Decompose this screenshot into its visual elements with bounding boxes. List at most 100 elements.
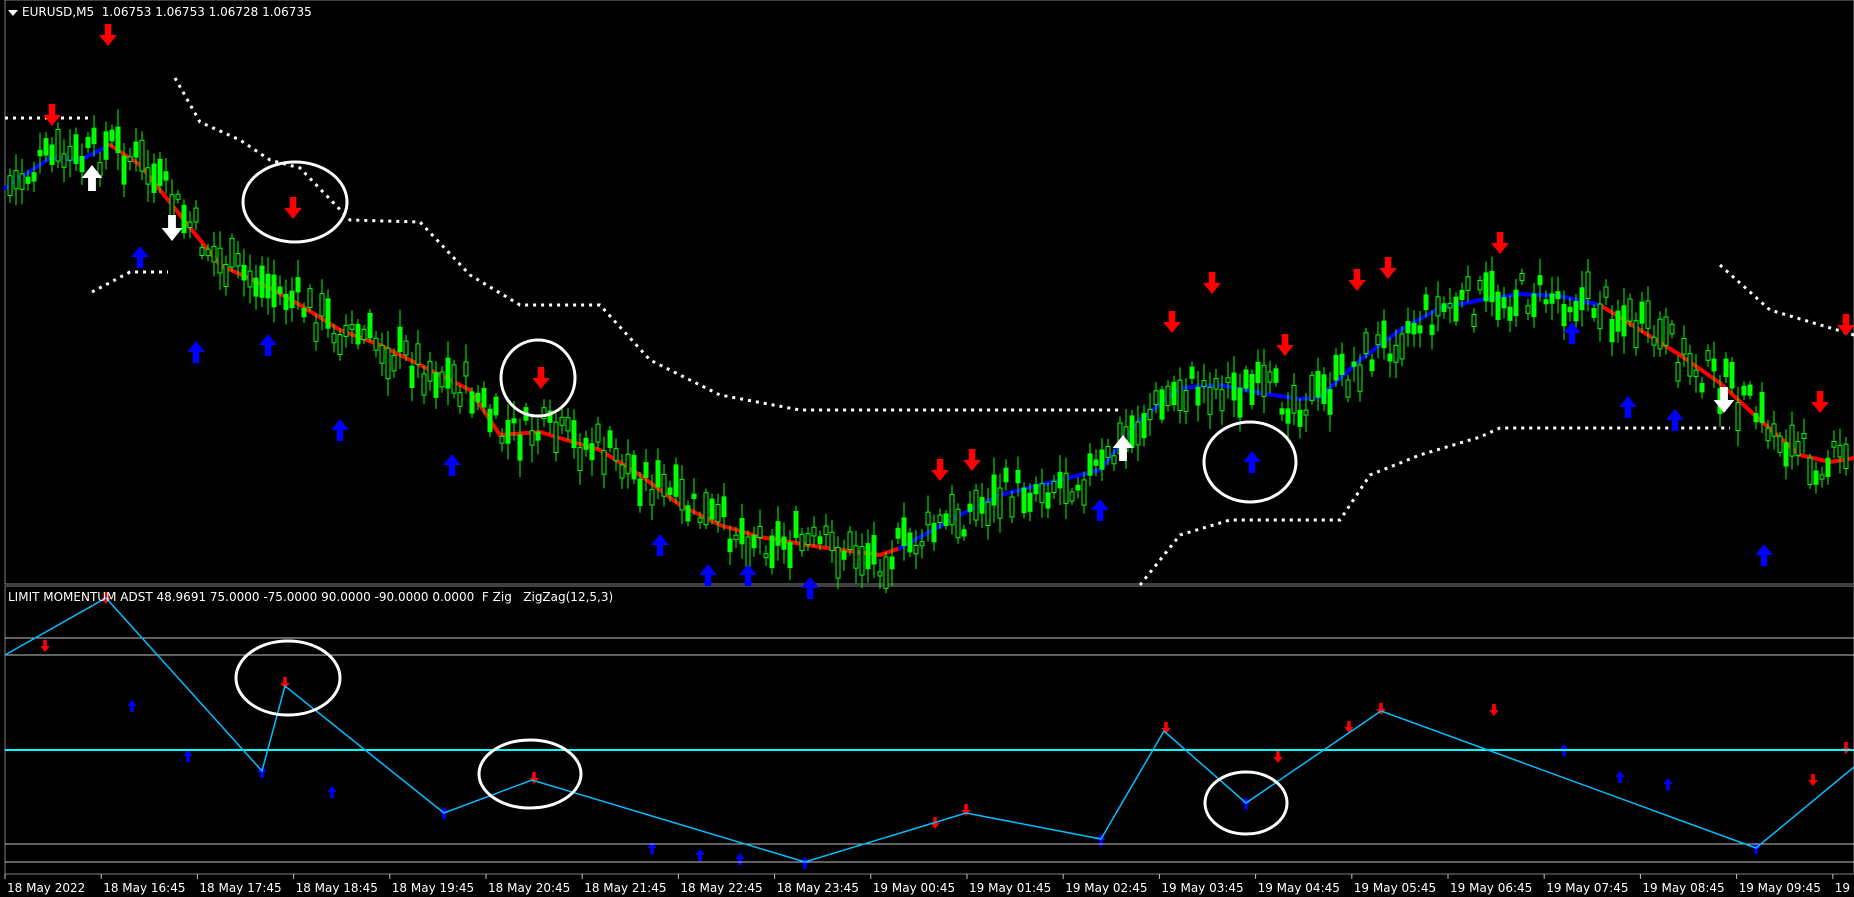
candle-body (1351, 361, 1357, 367)
candle-body (163, 171, 169, 181)
candle-body (901, 517, 907, 547)
candle-body (1279, 408, 1285, 415)
candle-body (19, 173, 25, 190)
candle-body (1225, 377, 1231, 383)
candle-body (1783, 442, 1789, 467)
candle-body (505, 419, 511, 444)
candle-body (1033, 484, 1039, 495)
candle-body (217, 247, 223, 274)
candle-body (355, 324, 361, 345)
candle-body (955, 508, 961, 539)
candle-body (481, 387, 487, 408)
candle-body (37, 149, 43, 157)
candle-body (499, 435, 505, 444)
candle-body (289, 290, 295, 309)
candle-body (1573, 300, 1579, 322)
candle-body (1261, 364, 1267, 397)
candle-body (793, 510, 799, 538)
candle-body (865, 543, 871, 570)
candle-body (1009, 496, 1015, 518)
candle-body (895, 527, 901, 539)
candle-body (199, 247, 205, 257)
time-label: 19 May 09:45 (1739, 881, 1821, 895)
candle-body (319, 293, 325, 317)
candle-body (817, 536, 823, 545)
candle-body (727, 538, 733, 553)
candle-body (1021, 487, 1027, 514)
candle-body (961, 529, 967, 537)
candle-body (1549, 293, 1555, 304)
candle-body (1381, 320, 1387, 349)
candle-body (1291, 384, 1297, 414)
candle-body (1183, 390, 1189, 412)
time-label: 19 May 01:45 (969, 881, 1051, 895)
candle-body (295, 277, 301, 293)
candle-body (301, 307, 307, 318)
candle-body (1801, 433, 1807, 439)
candle-body (1231, 372, 1237, 401)
candle-body (283, 294, 289, 311)
time-label: 18 May 20:45 (488, 881, 570, 895)
candle-body (535, 431, 541, 441)
candle-body (721, 496, 727, 518)
candle-body (25, 176, 31, 184)
candle-body (673, 464, 679, 497)
candle-body (853, 545, 859, 569)
candle-body (925, 511, 931, 526)
candle-body (991, 474, 997, 506)
candle-body (1759, 391, 1765, 424)
candle-body (235, 253, 241, 267)
candle-body (1321, 374, 1327, 404)
candle-body (1273, 368, 1279, 383)
time-label: 19 May 05:45 (1354, 881, 1436, 895)
candle-body (739, 518, 745, 545)
candle-body (331, 333, 337, 344)
candle-body (1597, 303, 1603, 330)
candle-body (1699, 383, 1705, 393)
candle-body (1285, 408, 1291, 424)
collapse-triangle-icon[interactable] (8, 9, 18, 16)
time-label: 18 May 17:45 (199, 881, 281, 895)
candle-body (1663, 316, 1669, 346)
candle-body (715, 504, 721, 523)
candle-body (1087, 453, 1093, 476)
candle-body (1069, 491, 1075, 502)
candle-body (1027, 492, 1033, 512)
candle-body (397, 326, 403, 352)
candle-body (181, 204, 187, 234)
candle-body (1159, 389, 1165, 420)
candle-body (997, 487, 1003, 519)
candle-body (1765, 427, 1771, 442)
candle-body (583, 437, 589, 450)
candle-body (1837, 444, 1843, 458)
candle-body (247, 270, 253, 288)
candle-body (811, 526, 817, 537)
candle-body (151, 163, 157, 193)
candle-body (1531, 293, 1537, 318)
candle-body (1201, 380, 1207, 387)
candle-body (799, 533, 805, 552)
candle-body (415, 343, 421, 365)
candle-body (1603, 286, 1609, 298)
candle-body (1669, 323, 1675, 335)
time-label: 18 May 2022 (7, 881, 85, 895)
candle-body (439, 371, 445, 388)
candle-body (931, 522, 937, 543)
candle-body (679, 478, 685, 511)
candle-body (157, 158, 163, 187)
candle-body (829, 531, 835, 552)
candle-body (565, 417, 571, 432)
candle-body (421, 373, 427, 396)
candle-body (1423, 294, 1429, 311)
candle-body (127, 156, 133, 163)
candle-body (103, 131, 109, 160)
time-label: 19 May 02:45 (1065, 881, 1147, 895)
candle-body (1621, 305, 1627, 337)
candle-body (1627, 298, 1633, 322)
candle-body (1003, 467, 1009, 483)
candle-body (1237, 387, 1243, 418)
candle-body (985, 501, 991, 527)
candle-body (1645, 300, 1651, 329)
candle-body (1219, 389, 1225, 412)
candle-body (1747, 384, 1753, 396)
